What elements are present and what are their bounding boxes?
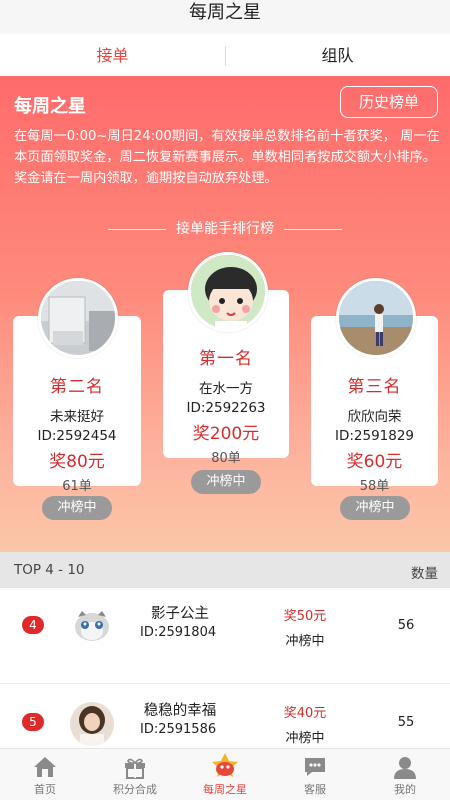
rank-badge: 5 — [22, 713, 44, 731]
nav-label: 积分合成 — [113, 783, 157, 796]
cat-avatar-icon — [70, 603, 114, 647]
order-count: 58单 — [359, 479, 390, 494]
user-id: ID:2592263 — [186, 400, 266, 416]
avatar — [70, 603, 114, 647]
avatar-third — [336, 278, 416, 358]
nav-profile[interactable]: 我的 — [360, 749, 450, 800]
prize-amount: 奖40元 — [283, 706, 327, 721]
portrait-avatar-icon — [70, 702, 114, 746]
gift-icon — [125, 758, 145, 779]
rules-description: 在每周一0:00~周日24:00期间，有效接单总数排名前十者获奖， 周一在本页面… — [14, 129, 440, 186]
place-label: 第三名 — [347, 377, 402, 397]
user-id: ID:2591804 — [140, 625, 217, 640]
chat-icon — [305, 758, 325, 776]
home-icon — [34, 757, 56, 777]
place-label: 第一名 — [199, 349, 253, 369]
nav-label: 首页 — [34, 783, 56, 796]
ranking-heading: 接单能手排行榜 — [0, 218, 450, 238]
heading-line-right — [284, 228, 342, 230]
user-name: 欣欣向荣 — [347, 409, 402, 425]
history-ranking-button[interactable]: 历史榜单 — [340, 86, 438, 118]
rank-status: 冲榜中 — [285, 731, 325, 746]
list-header-count: 数量 — [411, 566, 438, 582]
nav-points[interactable]: 积分合成 — [90, 749, 180, 800]
tab-accept-orders[interactable]: 接单 — [0, 36, 225, 76]
prize-amount: 奖80元 — [49, 452, 105, 472]
bottom-navigation: 首页 积分合成 每周之星 客服 我的 — [0, 748, 450, 800]
nav-label: 客服 — [304, 783, 326, 796]
star-mascot-icon — [212, 753, 238, 777]
rank-badge: 4 — [22, 616, 44, 634]
prize-amount: 奖60元 — [346, 452, 403, 472]
heading-line-left — [108, 228, 166, 230]
user-name: 未来挺好 — [50, 409, 104, 425]
tab-divider — [225, 46, 226, 66]
hero-section: 每周之星 历史榜单 在每周一0:00~周日24:00期间，有效接单总数排名前十者… — [0, 76, 450, 552]
prize-amount: 奖50元 — [283, 609, 327, 624]
order-count: 56 — [397, 618, 415, 633]
avatar — [70, 702, 114, 746]
order-count: 61单 — [62, 479, 92, 494]
status-pill-first: 冲榜中 — [191, 470, 261, 494]
user-name: 稳稳的幸福 — [143, 703, 217, 719]
rank-status: 冲榜中 — [285, 634, 325, 649]
list-header-range: TOP 4 - 10 — [14, 562, 85, 578]
nav-home[interactable]: 首页 — [0, 749, 90, 800]
list-header: TOP 4 - 10 数量 — [0, 552, 450, 588]
nav-label: 每周之星 — [203, 783, 247, 796]
ranking-row[interactable]: 4 影子公主 ID:2591804 奖50元 冲榜中 56 — [0, 588, 450, 684]
app-title: 每周之星 — [189, 2, 261, 23]
order-count: 80单 — [211, 451, 241, 466]
nav-customer-service[interactable]: 客服 — [270, 749, 360, 800]
user-name: 影子公主 — [151, 606, 209, 622]
place-label: 第二名 — [50, 377, 104, 397]
nav-label: 我的 — [394, 783, 416, 796]
ranking-heading-text: 接单能手排行榜 — [176, 221, 274, 237]
user-icon — [394, 757, 416, 779]
app-title-bar: 每周之星 — [0, 0, 450, 34]
status-pill-second: 冲榜中 — [42, 496, 112, 520]
status-pill-third: 冲榜中 — [340, 496, 410, 520]
tab-team[interactable]: 组队 — [225, 36, 450, 76]
avatar-second — [38, 278, 118, 358]
nav-weekly-star[interactable]: 每周之星 — [180, 749, 270, 800]
hero-title: 每周之星 — [14, 96, 86, 117]
order-count: 55 — [397, 715, 415, 730]
user-id: ID:2592454 — [37, 428, 117, 444]
tab-bar: 接单 组队 — [0, 36, 450, 76]
avatar-first — [188, 252, 268, 332]
user-name: 在水一方 — [199, 381, 253, 397]
prize-amount: 奖200元 — [192, 424, 260, 444]
user-id: ID:2591586 — [140, 722, 217, 737]
user-id: ID:2591829 — [334, 428, 415, 444]
